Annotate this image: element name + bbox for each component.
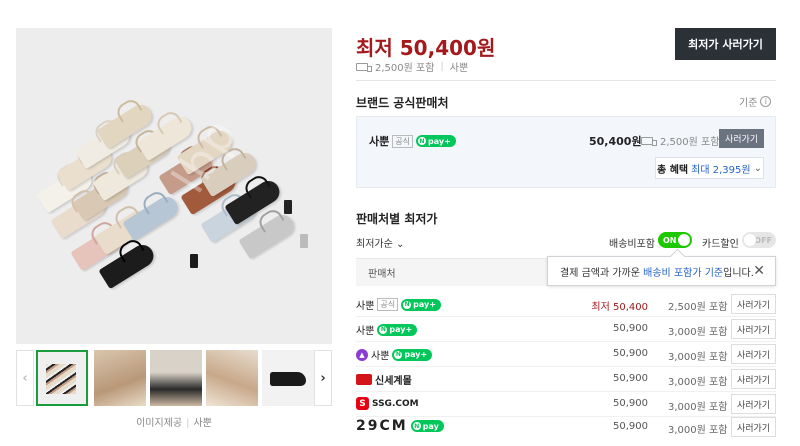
- thumbnail-4[interactable]: [206, 350, 258, 406]
- tooltip-highlight: 배송비 포함가 기준: [643, 267, 724, 279]
- column-seller: 판매처: [368, 269, 396, 280]
- seller-go-button[interactable]: 사러가기: [731, 394, 776, 414]
- seller-row: ▲ 사뿐 Npay+ 50,900 3,000원 포함 사러가기: [356, 342, 776, 367]
- official-badge: 공식: [392, 134, 413, 148]
- summary-separator: |: [440, 61, 444, 72]
- seller-row: 사뿐 Npay+ 50,900 3,000원 포함 사러가기: [356, 317, 776, 342]
- seller-go-button[interactable]: 사러가기: [731, 369, 776, 389]
- summary-shipping-text: 2,500원 포함: [375, 63, 435, 74]
- buy-lowest-button[interactable]: 최저가 사러가기: [675, 28, 776, 60]
- shipping-toggle-label: 배송비포함: [609, 239, 655, 250]
- product-main-image[interactable]: lbp: [16, 28, 332, 344]
- seller-row: 29CM Npay 50,900 3,000원 포함 사러가기: [356, 415, 776, 440]
- criteria-info[interactable]: 기준 i: [739, 94, 772, 109]
- naver-pay-badge: Npay+: [392, 348, 433, 361]
- seller-shipping: 3,000원 포함: [668, 327, 728, 338]
- benefit-dropdown[interactable]: 총 혜택 최대 2,395원 ⌄: [655, 157, 764, 179]
- seller-name[interactable]: 신세계몰: [356, 372, 412, 387]
- naver-pay-badge: Npay: [410, 420, 444, 432]
- thumbnail-5[interactable]: [262, 350, 314, 406]
- seller-name[interactable]: 사뿐 Npay+: [356, 322, 418, 337]
- seller-price: 50,900: [613, 323, 648, 334]
- seller-name[interactable]: 사뿐 공식 Npay+: [356, 297, 441, 312]
- official-price: 50,400원: [589, 135, 642, 148]
- seller-name[interactable]: S SSG.COM: [356, 397, 419, 410]
- seller-go-button[interactable]: 사러가기: [731, 294, 776, 314]
- thumbnail-prev-button[interactable]: ‹: [16, 350, 34, 406]
- official-seller-name: 사뿐: [369, 135, 390, 148]
- seller-shipping: 2,500원 포함: [668, 302, 728, 313]
- shipping-toggle[interactable]: ON: [658, 232, 692, 248]
- seller-shipping: 3,000원 포함: [668, 352, 728, 363]
- info-icon: i: [760, 96, 772, 107]
- official-seller-title: 브랜드 공식판매처: [356, 96, 449, 110]
- seller-shipping: 3,000원 포함: [668, 377, 728, 388]
- close-icon[interactable]: ✕: [753, 263, 765, 279]
- ssg-logo-icon: S: [356, 397, 369, 410]
- thumbnail-next-button[interactable]: ›: [314, 350, 332, 406]
- seller-price: 50,900: [613, 398, 648, 409]
- image-credit-label: 이미지제공: [136, 418, 183, 429]
- truck-icon: [356, 62, 372, 72]
- seller-price: 50,900: [613, 421, 648, 432]
- truck-icon: [641, 136, 657, 146]
- lowest-price: 최저 50,400원: [356, 36, 496, 60]
- official-badge: 공식: [377, 298, 399, 311]
- shipping-tooltip: 결제 금액과 가까운 배송비 포함가 기준 입니다. ✕: [547, 256, 776, 286]
- seller-shipping: 3,000원 포함: [668, 425, 728, 436]
- card-discount-toggle[interactable]: OFF: [742, 232, 776, 248]
- seller-shipping: 3,000원 포함: [668, 402, 728, 413]
- seller-go-button[interactable]: 사러가기: [731, 417, 776, 437]
- seller-name[interactable]: 29CM Npay: [356, 418, 444, 434]
- seller-row: 신세계몰 50,900 3,000원 포함 사러가기: [356, 367, 776, 392]
- image-credit-source: 사뿐: [193, 418, 212, 429]
- thumbnail-3[interactable]: [150, 350, 202, 406]
- seller-go-button[interactable]: 사러가기: [731, 319, 776, 339]
- thumbnail-strip: ‹ ›: [16, 348, 332, 408]
- naver-pay-badge: Npay+: [401, 298, 441, 311]
- official-seller-box: 사뿐 공식 Npay+ 50,400원 2,500원 포함 사러가기 총 혜택 …: [356, 116, 776, 188]
- mall-logo-icon: ▲: [356, 348, 368, 361]
- sort-dropdown[interactable]: 최저가순 ⌄: [356, 235, 404, 250]
- summary-shipping: 2,500원 포함 | 사뿐: [356, 59, 468, 74]
- benefit-label: 총 혜택: [657, 164, 689, 176]
- official-seller[interactable]: 사뿐 공식 Npay+: [369, 133, 456, 149]
- official-shipping: 2,500원 포함: [641, 133, 719, 148]
- card-discount-label: 카드할인: [702, 239, 739, 250]
- chevron-down-icon: ⌄: [753, 162, 762, 174]
- naver-pay-badge: Npay+: [415, 135, 456, 147]
- thumbnail-1[interactable]: [36, 350, 88, 406]
- seller-row: S SSG.COM 50,900 3,000원 포함 사러가기: [356, 392, 776, 417]
- naver-pay-badge: Npay+: [377, 323, 418, 336]
- seller-go-button[interactable]: 사러가기: [731, 344, 776, 364]
- sellers-title: 판매처별 최저가: [356, 212, 438, 226]
- seller-price: 50,900: [613, 373, 648, 384]
- shinsegae-logo-icon: [356, 374, 372, 385]
- image-credit: 이미지제공 | 사뿐: [16, 414, 332, 429]
- naver-n-icon: N: [417, 137, 426, 145]
- seller-row: 사뿐 공식 Npay+ 최저 50,400 2,500원 포함 사러가기: [356, 292, 776, 317]
- seller-price: 최저 50,400: [591, 302, 648, 313]
- thumbnail-2[interactable]: [94, 350, 146, 406]
- official-go-button[interactable]: 사러가기: [719, 129, 764, 148]
- benefit-max: 최대 2,395원: [691, 164, 751, 176]
- summary-store: 사뿐: [449, 63, 469, 74]
- seller-name[interactable]: ▲ 사뿐 Npay+: [356, 347, 433, 362]
- chevron-down-icon: ⌄: [396, 239, 405, 250]
- image-credit-separator: |: [186, 418, 190, 429]
- divider: [356, 80, 776, 81]
- seller-price: 50,900: [613, 348, 648, 359]
- criteria-label: 기준: [739, 98, 758, 109]
